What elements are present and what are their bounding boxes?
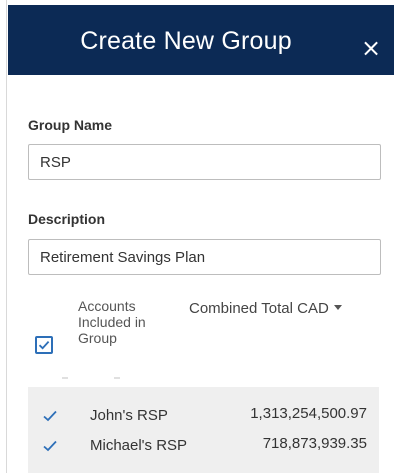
divider-stub — [114, 377, 120, 379]
account-row[interactable]: John's RSP 1,313,254,500.97 — [28, 404, 379, 430]
accounts-list: John's RSP 1,313,254,500.97 Michael's RS… — [28, 387, 379, 473]
divider-stub — [62, 377, 68, 379]
description-input[interactable] — [28, 239, 381, 275]
checkmark-icon[interactable] — [42, 408, 58, 424]
combined-total-label: Combined Total CAD — [189, 300, 329, 317]
account-name: Michael's RSP — [90, 437, 188, 454]
account-row[interactable]: Michael's RSP 718,873,939.35 — [28, 434, 379, 460]
accounts-column-header: Accounts Included in Group — [78, 298, 146, 346]
checkmark-icon[interactable] — [42, 438, 58, 454]
checkmark-icon — [38, 340, 50, 350]
select-all-checkbox[interactable] — [35, 336, 53, 354]
account-amount: 1,313,254,500.97 — [250, 405, 367, 422]
description-label: Description — [28, 211, 106, 227]
dialog-title: Create New Group — [80, 27, 292, 55]
account-amount: 718,873,939.35 — [262, 435, 367, 452]
account-name: John's RSP — [90, 407, 168, 424]
combined-total-sort-dropdown[interactable]: Combined Total CAD — [189, 300, 342, 317]
close-button[interactable]: × — [358, 35, 384, 61]
group-name-label: Group Name — [28, 117, 113, 133]
dialog-header: Create New Group × — [8, 5, 394, 75]
group-name-input[interactable] — [28, 144, 381, 180]
close-icon: × — [360, 34, 382, 62]
caret-down-icon — [333, 304, 342, 310]
